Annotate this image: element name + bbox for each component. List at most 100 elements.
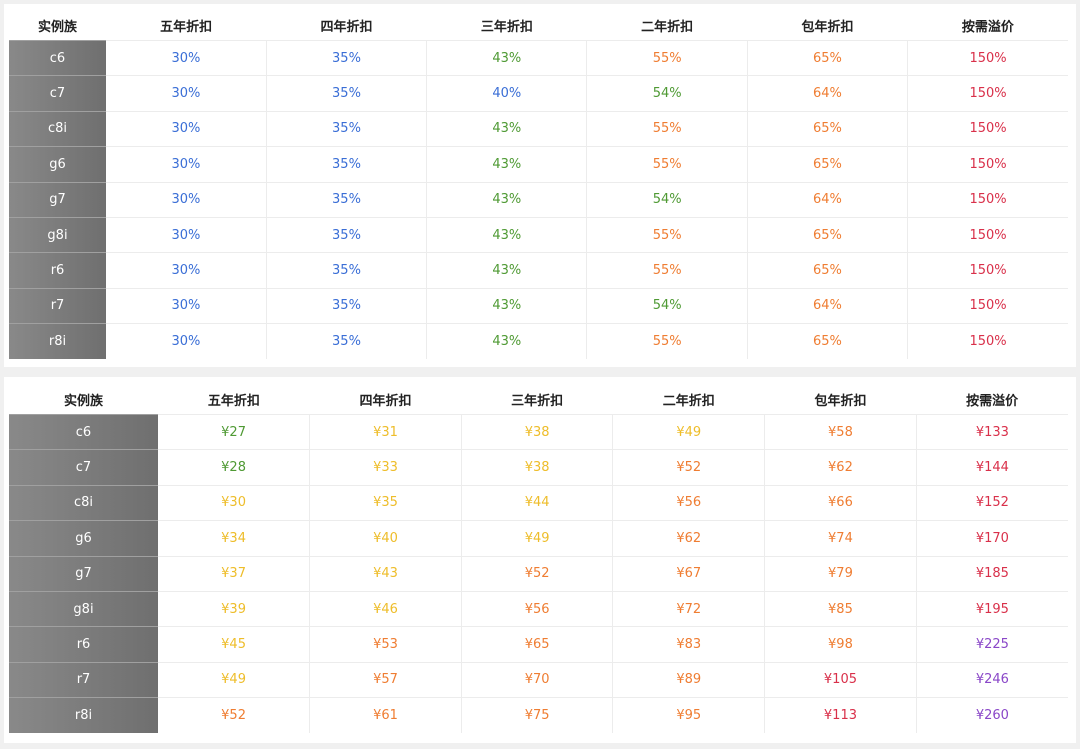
- value-cell: 150%: [907, 181, 1068, 218]
- value-cell: 150%: [907, 216, 1068, 253]
- value-cell: 43%: [426, 181, 588, 218]
- value-cell: ¥113: [764, 697, 917, 733]
- value-cell: ¥35: [309, 484, 462, 521]
- value-cell: ¥38: [461, 449, 614, 486]
- instance-family-cell: r7: [9, 287, 106, 324]
- table-row: c7 ¥28 ¥33 ¥38 ¥52 ¥62 ¥144: [9, 449, 1068, 486]
- value-cell: 64%: [747, 75, 909, 112]
- value-cell: 65%: [747, 216, 909, 253]
- value-cell: ¥133: [916, 413, 1068, 450]
- value-cell: 64%: [747, 181, 909, 218]
- value-cell: 150%: [907, 75, 1068, 112]
- value-cell: 43%: [426, 146, 588, 183]
- price-table-body: c6 ¥27 ¥31 ¥38 ¥49 ¥58 ¥133 c7 ¥28 ¥33 ¥38 ¥52 ¥62 ¥1…: [9, 413, 1068, 733]
- value-cell: 43%: [426, 110, 588, 147]
- value-cell: 55%: [586, 110, 748, 147]
- table-row: r7 ¥49 ¥57 ¥70 ¥89 ¥105 ¥246: [9, 661, 1068, 698]
- value-cell: 35%: [266, 216, 428, 253]
- value-cell: ¥246: [916, 661, 1068, 698]
- value-cell: 55%: [586, 39, 748, 76]
- column-header: 包年折扣: [801, 20, 854, 35]
- value-cell: ¥85: [764, 590, 917, 627]
- table-row: r8i ¥52 ¥61 ¥75 ¥95 ¥113 ¥260: [9, 697, 1068, 733]
- table-row: c6 ¥27 ¥31 ¥38 ¥49 ¥58 ¥133: [9, 413, 1068, 450]
- value-cell: 35%: [266, 39, 428, 76]
- value-cell: 43%: [426, 39, 588, 76]
- column-header: 五年折扣: [160, 20, 213, 35]
- value-cell: ¥49: [158, 661, 311, 698]
- value-cell: ¥79: [764, 555, 917, 592]
- value-cell: 55%: [586, 216, 748, 253]
- instance-family-cell: g7: [9, 181, 106, 218]
- value-cell: 30%: [106, 252, 267, 289]
- value-cell: 43%: [426, 252, 588, 289]
- value-cell: 65%: [747, 39, 909, 76]
- instance-family-cell: g6: [9, 520, 158, 557]
- value-cell: ¥105: [764, 661, 917, 698]
- value-cell: 55%: [586, 252, 748, 289]
- instance-family-cell: c8i: [9, 484, 158, 521]
- instance-family-cell: c7: [9, 449, 158, 486]
- value-cell: 55%: [586, 323, 748, 359]
- value-cell: ¥33: [309, 449, 462, 486]
- value-cell: ¥43: [309, 555, 462, 592]
- value-cell: ¥49: [612, 413, 766, 450]
- value-cell: ¥52: [612, 449, 766, 486]
- value-cell: 43%: [426, 287, 588, 324]
- table-row: r6 30% 35% 43% 55% 65% 150%: [9, 252, 1068, 289]
- value-cell: ¥95: [612, 697, 766, 733]
- column-header: 四年折扣: [320, 20, 373, 35]
- value-cell: ¥34: [158, 520, 311, 557]
- column-header: 按需溢价: [966, 394, 1019, 409]
- value-cell: 35%: [266, 252, 428, 289]
- value-cell: 65%: [747, 323, 909, 359]
- column-header: 二年折扣: [641, 20, 694, 35]
- table-row: r8i 30% 35% 43% 55% 65% 150%: [9, 323, 1068, 359]
- value-cell: ¥46: [309, 590, 462, 627]
- table-row: g7 ¥37 ¥43 ¥52 ¥67 ¥79 ¥185: [9, 555, 1068, 592]
- value-cell: 65%: [747, 252, 909, 289]
- header-row: 实例族 五年折扣 四年折扣 三年折扣 二年折扣 包年折扣 按需溢价: [9, 385, 1068, 415]
- instance-family-cell: c6: [9, 413, 158, 450]
- value-cell: ¥75: [461, 697, 614, 733]
- discount-table-panel: 实例族 五年折扣 四年折扣 三年折扣 二年折扣 包年折扣 按需溢价 c6 30% 35% 43% 5…: [4, 4, 1076, 367]
- discount-table-header: 实例族 五年折扣 四年折扣 三年折扣 二年折扣 包年折扣 按需溢价: [9, 11, 1068, 41]
- value-cell: 30%: [106, 75, 267, 112]
- value-cell: ¥37: [158, 555, 311, 592]
- instance-family-cell: r8i: [9, 323, 106, 359]
- value-cell: ¥56: [612, 484, 766, 521]
- column-header: 二年折扣: [662, 394, 715, 409]
- value-cell: ¥72: [612, 590, 766, 627]
- table-row: c6 30% 35% 43% 55% 65% 150%: [9, 39, 1068, 76]
- value-cell: ¥49: [461, 520, 614, 557]
- value-cell: ¥66: [764, 484, 917, 521]
- instance-family-cell: g6: [9, 146, 106, 183]
- table-row: c8i 30% 35% 43% 55% 65% 150%: [9, 110, 1068, 147]
- instance-family-cell: c7: [9, 75, 106, 112]
- column-header: 五年折扣: [207, 394, 260, 409]
- value-cell: 65%: [747, 146, 909, 183]
- value-cell: 30%: [106, 146, 267, 183]
- value-cell: 43%: [426, 216, 588, 253]
- value-cell: ¥62: [612, 520, 766, 557]
- value-cell: ¥62: [764, 449, 917, 486]
- value-cell: 150%: [907, 252, 1068, 289]
- instance-family-cell: g8i: [9, 216, 106, 253]
- instance-family-cell: c8i: [9, 110, 106, 147]
- value-cell: ¥70: [461, 661, 614, 698]
- value-cell: 35%: [266, 75, 428, 112]
- value-cell: 35%: [266, 110, 428, 147]
- value-cell: ¥89: [612, 661, 766, 698]
- value-cell: ¥44: [461, 484, 614, 521]
- value-cell: ¥28: [158, 449, 311, 486]
- table-row: r6 ¥45 ¥53 ¥65 ¥83 ¥98 ¥225: [9, 626, 1068, 663]
- instance-family-cell: g8i: [9, 590, 158, 627]
- discount-table-body: c6 30% 35% 43% 55% 65% 150% c7 30% 35% 40% 54% 64% 15…: [9, 39, 1068, 359]
- value-cell: ¥144: [916, 449, 1068, 486]
- value-cell: ¥39: [158, 590, 311, 627]
- value-cell: 43%: [426, 323, 588, 359]
- value-cell: 150%: [907, 39, 1068, 76]
- value-cell: 150%: [907, 146, 1068, 183]
- instance-family-cell: g7: [9, 555, 158, 592]
- header-row: 实例族 五年折扣 四年折扣 三年折扣 二年折扣 包年折扣 按需溢价: [9, 11, 1068, 41]
